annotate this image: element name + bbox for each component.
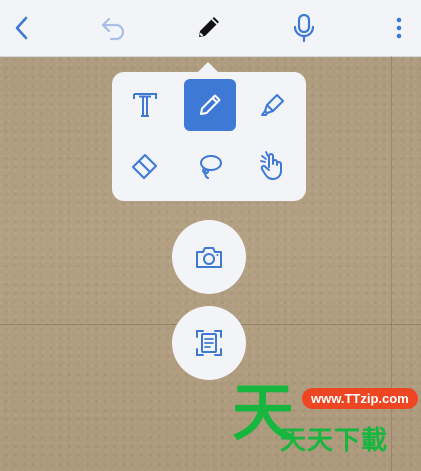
eraser-tool[interactable] (119, 140, 171, 192)
scan-document-button[interactable] (172, 306, 246, 380)
pencil-icon (200, 94, 221, 115)
camera-icon (196, 247, 222, 268)
hand-tool[interactable] (247, 140, 299, 192)
pencil-icon (199, 17, 219, 37)
back-button[interactable] (0, 6, 44, 50)
chevron-left-icon (15, 16, 28, 40)
undo-button[interactable] (91, 6, 135, 50)
highlighter-tool[interactable] (247, 79, 299, 131)
lasso-tool[interactable] (184, 140, 236, 192)
more-button[interactable] (377, 6, 421, 50)
watermark-logo: 天 www.TTzip.com 天天下載 (232, 382, 418, 456)
text-icon (133, 93, 157, 117)
scan-document-icon (196, 330, 222, 356)
eraser-icon (132, 154, 157, 179)
undo-icon (101, 17, 125, 41)
lasso-icon (200, 155, 222, 179)
top-toolbar (0, 0, 421, 57)
more-vertical-icon (396, 17, 402, 39)
watermark-url: www.TTzip.com (302, 388, 418, 409)
watermark-subtitle: 天天下載 (280, 426, 389, 456)
highlighter-icon (261, 94, 284, 116)
microphone-icon (293, 13, 315, 43)
camera-button[interactable] (172, 220, 246, 294)
hand-icon (260, 151, 282, 180)
markup-button[interactable] (186, 6, 230, 50)
text-tool[interactable] (119, 79, 171, 131)
dictate-button[interactable] (282, 6, 326, 50)
tool-popover (112, 72, 306, 201)
pen-tool[interactable] (184, 79, 236, 131)
